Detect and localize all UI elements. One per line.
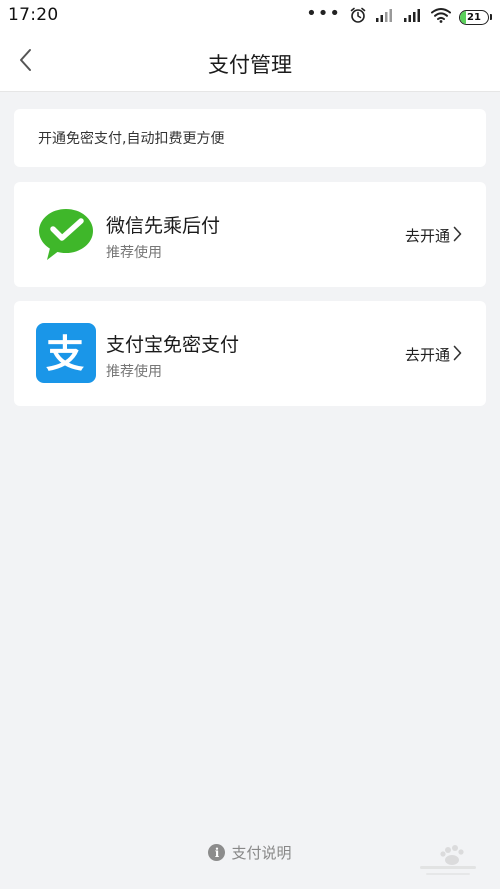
wechat-pay-card[interactable]: 微信先乘后付 推荐使用 去开通	[14, 182, 486, 287]
more-dots-icon: •••	[306, 2, 341, 24]
status-time: 17:20	[8, 5, 59, 25]
status-icons: ••• 21	[306, 2, 492, 28]
notice-card: 开通免密支付,自动扣费更方便	[14, 109, 486, 167]
nav-bar: 支付管理	[0, 34, 500, 92]
battery-icon: 21	[459, 9, 489, 25]
battery-fill	[460, 10, 466, 24]
info-icon: i	[208, 844, 226, 861]
battery-level: 21	[467, 11, 481, 23]
alipay-icon: 支	[36, 323, 96, 383]
payment-title: 支付宝免密支付	[106, 334, 240, 356]
chevron-right-icon	[453, 345, 462, 365]
signal-icon	[403, 7, 423, 27]
signal-icon	[375, 7, 395, 27]
payment-title: 微信先乘后付	[106, 215, 221, 237]
notice-text: 开通免密支付,自动扣费更方便	[38, 131, 225, 147]
action-label: 去开通	[404, 227, 450, 245]
activate-wechat-button[interactable]: 去开通	[405, 225, 462, 246]
page-title: 支付管理	[208, 53, 292, 77]
wechat-pay-icon	[36, 204, 96, 264]
payment-subtitle: 推荐使用	[106, 245, 162, 261]
status-bar: 17:20 ••• 21	[0, 0, 500, 34]
payment-info-label: 支付说明	[231, 844, 292, 862]
wifi-icon	[431, 7, 451, 27]
alipay-card[interactable]: 支 支付宝免密支付 推荐使用 去开通	[14, 301, 486, 406]
action-label: 去开通	[404, 346, 450, 364]
activate-alipay-button[interactable]: 去开通	[405, 344, 462, 365]
battery-tip	[490, 14, 492, 20]
baidu-watermark-logo	[418, 836, 478, 880]
alipay-logo-char: 支	[46, 332, 84, 376]
chevron-right-icon	[453, 226, 462, 246]
alarm-clock-icon	[349, 6, 367, 28]
payment-subtitle: 推荐使用	[106, 364, 162, 380]
